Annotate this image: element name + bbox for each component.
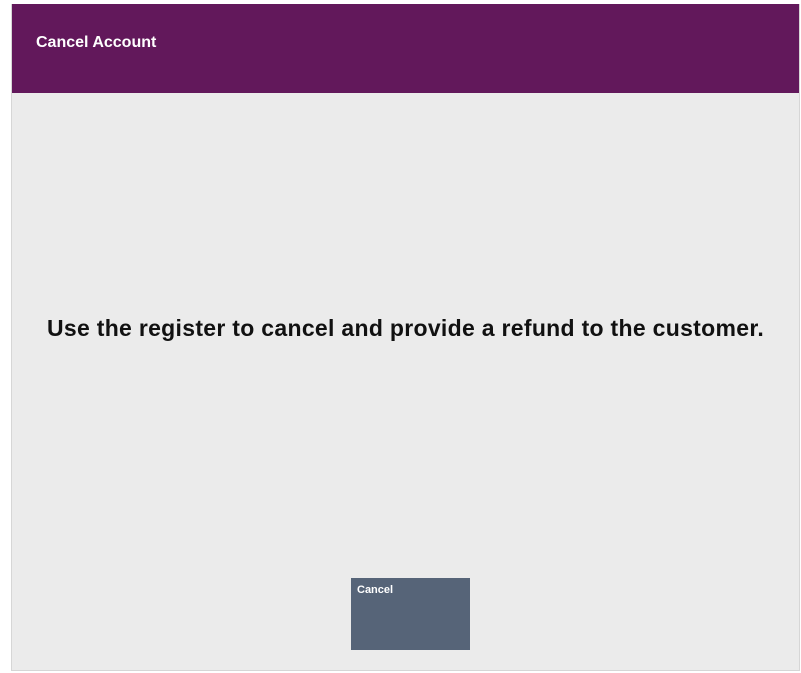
dialog-window: Cancel Account Use the register to cance… [11, 4, 800, 671]
cancel-button-label: Cancel [357, 584, 394, 596]
title-bar: Cancel Account [12, 4, 799, 93]
cancel-button[interactable]: Cancel [351, 578, 470, 650]
page-title: Cancel Account [36, 34, 157, 51]
instruction-message: Use the register to cancel and provide a… [46, 315, 765, 341]
